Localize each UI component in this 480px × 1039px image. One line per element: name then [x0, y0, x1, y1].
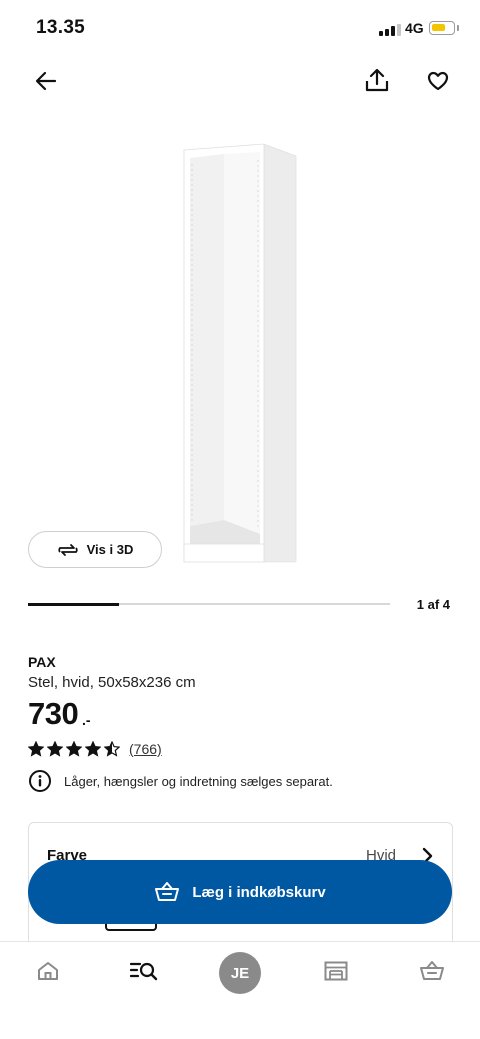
view-3d-button[interactable]: Vis i 3D [28, 531, 162, 568]
share-icon [365, 69, 389, 92]
rating[interactable]: (766) [28, 740, 162, 758]
tab-home[interactable] [24, 950, 72, 992]
rotate-3d-icon [57, 543, 78, 556]
search-icon [130, 962, 158, 981]
rating-count[interactable]: (766) [129, 741, 162, 757]
gallery-progress-fill [28, 602, 119, 606]
signal-icon [379, 24, 401, 36]
star-full-icon [85, 741, 101, 757]
share-button[interactable] [359, 63, 395, 99]
star-full-icon [66, 741, 82, 757]
network-type: 4G [405, 20, 424, 36]
info-note: Låger, hængsler og indretning sælges sep… [28, 769, 333, 793]
price-suffix: .- [82, 712, 91, 728]
product-price: 730 [28, 696, 79, 731]
avatar[interactable]: JE [219, 952, 261, 994]
back-button[interactable] [28, 63, 64, 99]
arrow-left-icon [35, 71, 57, 91]
tab-basket[interactable] [408, 950, 456, 992]
add-to-cart-button[interactable]: Læg i indkøbskurv [28, 860, 452, 924]
heart-icon [427, 71, 449, 91]
tab-bar: JE [0, 941, 480, 1039]
product-description: Stel, hvid, 50x58x236 cm [28, 674, 196, 691]
basket-icon [420, 961, 444, 980]
battery-icon [429, 21, 455, 35]
gallery-page-indicator: 1 af 4 [416, 597, 450, 612]
star-full-icon [28, 741, 44, 757]
home-icon [38, 962, 58, 980]
basket-icon [155, 882, 180, 901]
add-to-cart-label: Læg i indkøbskurv [192, 883, 326, 901]
status-time: 13.35 [36, 17, 86, 38]
rating-stars [28, 741, 120, 757]
tab-store[interactable] [312, 950, 360, 992]
star-full-icon [47, 741, 63, 757]
tab-search[interactable] [120, 950, 168, 992]
status-bar: 13.35 4G [0, 0, 480, 56]
info-icon [29, 770, 51, 792]
gallery-progress [28, 602, 390, 606]
info-note-text: Låger, hængsler og indretning sælges sep… [64, 773, 333, 789]
product-image [183, 143, 297, 563]
star-half-icon [104, 741, 120, 757]
view-3d-label: Vis i 3D [86, 542, 134, 557]
store-icon [324, 961, 348, 981]
product-name: PAX [28, 654, 56, 670]
favorite-button[interactable] [420, 63, 456, 99]
